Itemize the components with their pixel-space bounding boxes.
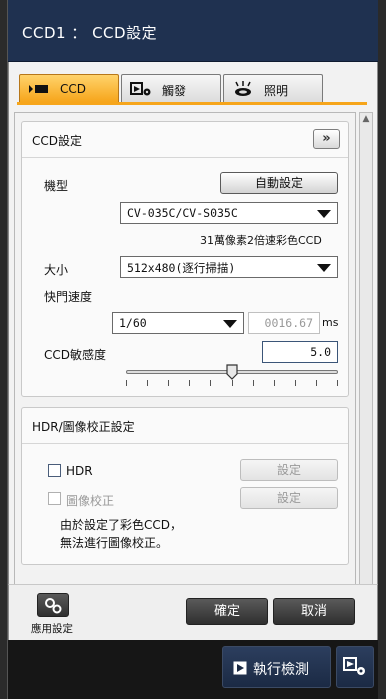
run-inspection-button[interactable]: 執行檢測 <box>222 646 331 688</box>
trigger-settings-icon <box>130 82 151 96</box>
sensitivity-slider[interactable] <box>126 364 338 394</box>
settings-panel: CCD 觸發 照明 CCD設定 » 機型 自動設定 CV-035C/CV-S03… <box>8 62 378 640</box>
color-ccd-note-line2: 無法進行圖像校正。 <box>60 536 169 550</box>
image-correction-setting-button[interactable]: 設定 <box>240 487 338 509</box>
ccd-group-header: CCD設定 » <box>22 122 348 158</box>
apply-settings-button[interactable] <box>37 593 69 617</box>
footer-bar: 執行檢測 <box>8 640 378 699</box>
size-select[interactable]: 512x480(逐行掃描) <box>120 256 338 278</box>
slider-tick <box>295 380 296 386</box>
cancel-button[interactable]: 取消 <box>273 598 355 625</box>
settings-scroll-area: CCD設定 » 機型 自動設定 CV-035C/CV-S035C 31萬像素2倍… <box>14 112 356 632</box>
vertical-scrollbar[interactable]: ▲ ▼ <box>359 112 373 632</box>
tab-lighting[interactable]: 照明 <box>223 74 323 102</box>
model-label: 機型 <box>44 179 69 193</box>
tab-underline <box>17 102 367 105</box>
hdr-checkbox[interactable] <box>48 464 61 477</box>
ok-button[interactable]: 確定 <box>186 598 268 625</box>
bottom-action-bar: 應用設定 確定 取消 <box>8 584 378 640</box>
hdr-group-header: HDR/圖像校正設定 <box>22 408 348 444</box>
lighting-icon <box>235 81 251 96</box>
image-correction-checkbox[interactable] <box>48 492 61 505</box>
slider-tick <box>253 380 254 386</box>
hdr-label: HDR <box>66 464 93 478</box>
model-select-value: CV-035C/CV-S035C <box>127 206 238 220</box>
slider-tick <box>274 380 275 386</box>
chevron-down-icon <box>317 264 331 272</box>
shutter-speed-select[interactable]: 1/60 <box>112 312 244 334</box>
chevron-down-icon <box>317 210 331 218</box>
slider-tick <box>232 380 233 386</box>
left-edge-strip <box>0 0 8 699</box>
shutter-unit: ms <box>322 316 339 329</box>
image-correction-label: 圖像校正 <box>66 494 115 508</box>
slider-tick <box>337 380 338 386</box>
hdr-correction-group: HDR/圖像校正設定 HDR 設定 圖像校正 設定 由於設定了彩色CCD， 無法… <box>21 407 349 565</box>
tab-trigger-label: 觸發 <box>162 84 187 98</box>
scroll-up-arrow-icon[interactable]: ▲ <box>361 114 371 124</box>
hdr-setting-button[interactable]: 設定 <box>240 459 338 481</box>
camera-icon <box>29 85 48 93</box>
gears-icon <box>45 598 62 614</box>
ccd-sensitivity-label: CCD敏感度 <box>44 348 106 362</box>
auto-setting-button[interactable]: 自動設定 <box>220 172 338 194</box>
slider-tick <box>189 380 190 386</box>
shutter-ms-field: 0016.67 <box>248 312 320 334</box>
chevron-down-icon <box>223 320 237 328</box>
run-inspection-label: 執行檢測 <box>253 662 309 678</box>
size-label: 大小 <box>44 263 69 277</box>
run-settings-button[interactable] <box>336 646 374 688</box>
ccd-settings-group: CCD設定 » 機型 自動設定 CV-035C/CV-S035C 31萬像素2倍… <box>21 121 349 397</box>
ccd-group-title: CCD設定 <box>32 134 82 148</box>
slider-tick <box>147 380 148 386</box>
ccd-sensitivity-input[interactable]: 5.0 <box>262 341 338 363</box>
apply-settings-label: 應用設定 <box>31 623 73 635</box>
tab-trigger[interactable]: 觸發 <box>121 74 221 102</box>
shutter-speed-label: 快門速度 <box>44 290 93 304</box>
size-select-value: 512x480(逐行掃描) <box>127 261 236 275</box>
slider-thumb[interactable] <box>226 364 238 380</box>
tab-ccd-label: CCD <box>60 82 86 96</box>
expand-button[interactable]: » <box>313 129 340 149</box>
trigger-settings-icon <box>343 657 365 675</box>
slider-tick <box>126 380 127 386</box>
slider-tick <box>210 380 211 386</box>
color-ccd-note-line1: 由於設定了彩色CCD， <box>60 518 182 532</box>
slider-tick <box>316 380 317 386</box>
model-select[interactable]: CV-035C/CV-S035C <box>120 202 338 224</box>
window-title: CCD1 ： CCD設定 <box>22 24 158 42</box>
play-icon <box>233 661 247 675</box>
settings-window: CCD1 ： CCD設定 CCD 觸發 照明 CCD設定 » 機型 自動設定 C… <box>0 0 386 699</box>
model-description: 31萬像素2倍速彩色CCD <box>200 234 322 247</box>
slider-tick <box>168 380 169 386</box>
tab-lighting-label: 照明 <box>264 84 289 98</box>
tab-ccd[interactable]: CCD <box>19 74 119 102</box>
title-bar: CCD1 ： CCD設定 <box>8 0 378 62</box>
hdr-group-title: HDR/圖像校正設定 <box>32 420 135 434</box>
shutter-speed-value: 1/60 <box>119 316 147 330</box>
